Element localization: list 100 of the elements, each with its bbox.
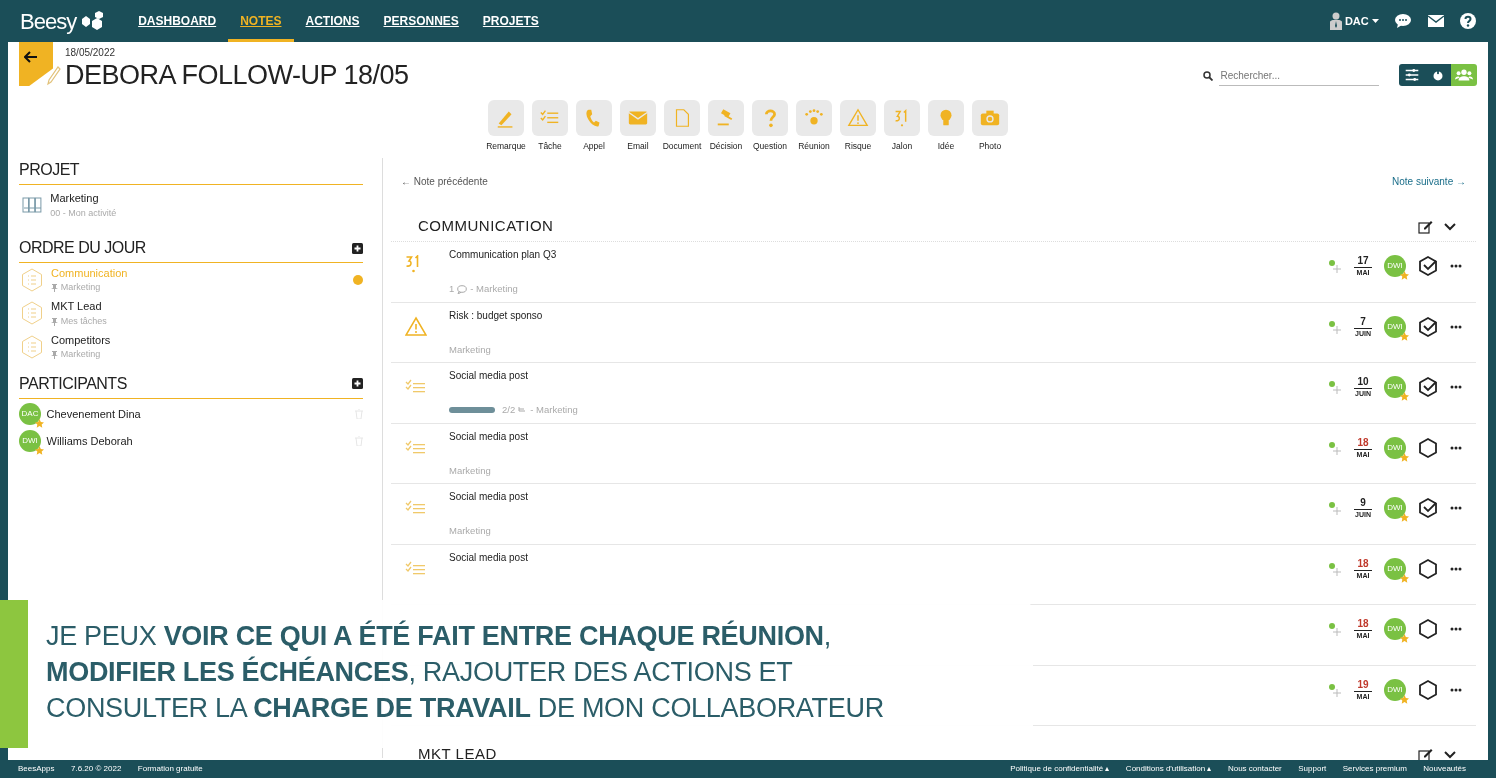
hexagon-check-icon[interactable] bbox=[1418, 315, 1438, 338]
toolbar-label: Tâche bbox=[538, 140, 562, 153]
footer-link[interactable]: Conditions d'utilisation ▴ bbox=[1125, 763, 1212, 775]
agenda-project: Mes tâches bbox=[60, 314, 107, 328]
user-menu[interactable]: DAC bbox=[1344, 12, 1369, 30]
agenda-item[interactable]: MKT Lead Mes tâches bbox=[19, 296, 363, 330]
nav-tab[interactable]: PERSONNES bbox=[371, 0, 471, 42]
section-title: MKT LEAD bbox=[418, 744, 497, 760]
avatar-initials: DWI bbox=[1387, 502, 1403, 514]
toolbar-label: Risque bbox=[844, 140, 872, 153]
add-icon[interactable] bbox=[352, 242, 363, 254]
footer-link[interactable]: Formation gratuite bbox=[137, 763, 203, 775]
more-icon[interactable] bbox=[1450, 687, 1462, 692]
caption-text: JE PEUX VOIR CE QUI A ÉTÉ FAIT ENTRE CHAQUE RÉUNION, bbox=[46, 619, 831, 653]
toolbar-label: Email bbox=[627, 140, 649, 153]
project-label: - Marketing bbox=[530, 403, 578, 418]
footer-link[interactable]: Support bbox=[1298, 763, 1327, 775]
nav-tab[interactable]: DASHBOARD bbox=[126, 0, 229, 42]
toolbar-label: Photo bbox=[978, 140, 1002, 153]
footer-link[interactable]: Nous contacter bbox=[1227, 763, 1282, 775]
more-icon[interactable] bbox=[1450, 445, 1462, 450]
footer-link[interactable]: Politique de confidentialité ▴ bbox=[1010, 763, 1110, 775]
section-heading: PROJET bbox=[19, 158, 363, 185]
binder-icon bbox=[22, 197, 42, 213]
warning-icon bbox=[847, 107, 869, 129]
chevron-down-icon[interactable] bbox=[1444, 222, 1456, 231]
list-icon bbox=[21, 267, 43, 292]
edit-icon[interactable] bbox=[1418, 747, 1433, 760]
project-name[interactable]: Marketing bbox=[50, 190, 117, 207]
hexagon-check-icon[interactable] bbox=[1418, 376, 1438, 398]
nav-tab[interactable]: PROJETS bbox=[470, 0, 551, 42]
footer-link[interactable]: Nouveautés bbox=[1423, 763, 1466, 775]
previous-note-link[interactable]: ← Note précédente bbox=[401, 174, 488, 198]
note-title[interactable]: Social media post bbox=[449, 489, 528, 504]
subtask-icon bbox=[518, 405, 528, 415]
footer-logo: BeesApps bbox=[18, 763, 55, 775]
logo[interactable]: Beesy bbox=[20, 4, 77, 38]
note-title[interactable]: Social media post bbox=[449, 428, 528, 444]
section-heading: ORDRE DU JOUR bbox=[19, 238, 146, 258]
star-icon bbox=[1400, 573, 1409, 583]
warning-icon bbox=[405, 315, 427, 338]
more-icon[interactable] bbox=[1450, 264, 1462, 268]
avatar-initials: DWI bbox=[1387, 260, 1403, 272]
caret-icon[interactable] bbox=[1371, 19, 1379, 23]
project-label: Marketing bbox=[449, 463, 491, 478]
note-title[interactable]: Social media post bbox=[449, 368, 528, 383]
project-label: Marketing bbox=[449, 524, 491, 539]
participant-name: Chevenement Dina bbox=[46, 406, 141, 422]
avatar-initials: DWI bbox=[1387, 320, 1403, 333]
avatar-initials: DWI bbox=[22, 435, 38, 447]
agenda-item[interactable]: Competitors Marketing bbox=[19, 330, 363, 364]
back-arrow-icon[interactable] bbox=[24, 51, 38, 64]
help-icon[interactable] bbox=[1460, 13, 1476, 29]
next-note-link[interactable]: Note suivante → bbox=[1392, 174, 1466, 198]
section-heading: PARTICIPANTS bbox=[19, 373, 127, 394]
star-icon bbox=[1400, 634, 1409, 643]
sliders-icon bbox=[1403, 66, 1421, 84]
note-date: 18/05/2022 bbox=[65, 45, 117, 60]
view-toggle[interactable] bbox=[1451, 64, 1477, 86]
hexagon-icon[interactable] bbox=[1418, 618, 1438, 640]
list-icon bbox=[21, 334, 43, 359]
hexagon-icon[interactable] bbox=[1418, 557, 1438, 580]
toolbar-label: Décision bbox=[709, 140, 743, 153]
hexagon-icon[interactable] bbox=[1418, 436, 1438, 459]
more-icon[interactable] bbox=[1450, 324, 1462, 329]
hexagon-check-icon[interactable] bbox=[1418, 255, 1438, 277]
nav-tab[interactable]: ACTIONS bbox=[293, 0, 372, 42]
note-title[interactable]: Social media post bbox=[449, 549, 528, 565]
project-activity: 00 - Mon activité bbox=[50, 206, 117, 220]
add-icon[interactable] bbox=[352, 378, 363, 389]
avatar-initials: DWI bbox=[1387, 562, 1403, 575]
mail-icon[interactable] bbox=[1427, 15, 1444, 27]
more-icon[interactable] bbox=[1450, 385, 1462, 389]
more-icon[interactable] bbox=[1450, 566, 1462, 571]
pin-icon bbox=[51, 284, 58, 292]
user-icon[interactable] bbox=[1330, 12, 1343, 30]
back-button[interactable] bbox=[19, 42, 53, 86]
chevron-down-icon[interactable] bbox=[1444, 750, 1456, 759]
edit-icon[interactable] bbox=[1418, 219, 1433, 234]
search-field[interactable]: Rechercher... bbox=[1218, 66, 1379, 86]
more-icon[interactable] bbox=[1450, 627, 1462, 631]
view-toggle[interactable] bbox=[1425, 64, 1451, 86]
agenda-project: Marketing bbox=[60, 281, 101, 295]
toolbar-label: Remarque bbox=[486, 140, 526, 153]
chat-icon[interactable] bbox=[1395, 14, 1411, 28]
note-title[interactable]: Risk : budget sponso bbox=[449, 307, 543, 323]
star-icon bbox=[1400, 513, 1409, 522]
star-icon bbox=[35, 419, 44, 428]
more-icon[interactable] bbox=[1450, 506, 1462, 510]
hexagon-check-icon[interactable] bbox=[1418, 497, 1438, 519]
project-label: Marketing bbox=[449, 342, 491, 357]
hexagon-icon[interactable] bbox=[1418, 678, 1438, 701]
count-label: 1 bbox=[449, 282, 455, 297]
view-toggle[interactable] bbox=[1399, 64, 1425, 86]
participant-name: Williams Deborah bbox=[46, 433, 133, 449]
note-title[interactable]: Communication plan Q3 bbox=[449, 247, 557, 262]
caption-text: MODIFIER LES ÉCHÉANCES, RAJOUTER DES ACTIONS ET bbox=[46, 655, 793, 689]
star-icon bbox=[1400, 452, 1409, 462]
footer-link[interactable]: Services premium bbox=[1342, 763, 1407, 775]
footer-link[interactable]: 7.6.20 © 2022 bbox=[70, 763, 122, 775]
